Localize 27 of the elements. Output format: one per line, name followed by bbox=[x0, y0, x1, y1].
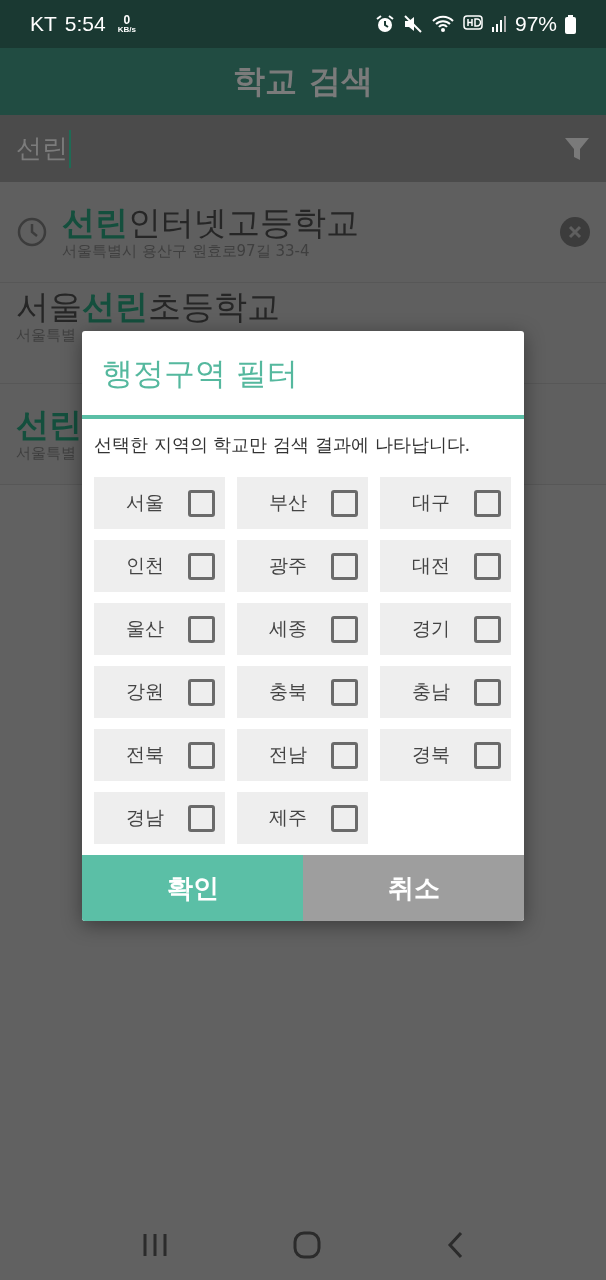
region-label: 강원 bbox=[126, 679, 164, 704]
region-label: 광주 bbox=[269, 553, 307, 578]
school-name: 선린 bbox=[16, 404, 82, 445]
region-label: 서울 bbox=[126, 490, 164, 515]
region-label: 전북 bbox=[126, 742, 164, 767]
region-label: 세종 bbox=[269, 616, 307, 641]
school-name: 서울선린초등학교 bbox=[16, 286, 280, 327]
region-label: 대구 bbox=[412, 490, 450, 515]
dialog-title: 행정구역 필터 bbox=[82, 331, 524, 419]
region-label: 충남 bbox=[412, 679, 450, 704]
clock-time: 5:54 bbox=[64, 12, 106, 36]
region-label: 전남 bbox=[269, 742, 307, 767]
region-label: 경북 bbox=[412, 742, 450, 767]
screen-title: 학교 검색 bbox=[233, 60, 373, 102]
region-label: 경기 bbox=[412, 616, 450, 641]
carrier-name: KT bbox=[30, 12, 57, 36]
region-label: 부산 bbox=[269, 490, 307, 515]
school-name: 선린인터넷고등학교 bbox=[62, 202, 359, 243]
region-label: 충북 bbox=[269, 679, 307, 704]
region-label: 대전 bbox=[412, 553, 450, 578]
region-label: 인천 bbox=[126, 553, 164, 578]
region-label: 경남 bbox=[126, 805, 164, 830]
dialog-message: 선택한 지역의 학교만 검색 결과에 나타납니다. bbox=[93, 433, 472, 457]
network-speed: 0 KB/s bbox=[117, 14, 136, 34]
region-label: 제주 bbox=[269, 805, 307, 830]
region-label: 울산 bbox=[126, 616, 164, 641]
battery-percent: 97% bbox=[514, 12, 557, 36]
